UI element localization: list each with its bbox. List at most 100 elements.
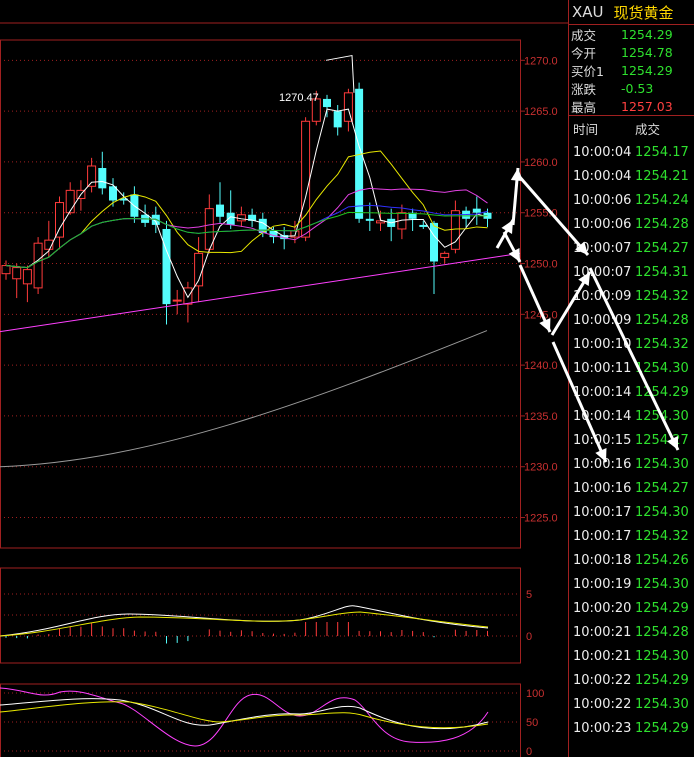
- candle-body: [87, 165, 97, 187]
- candle-body: [430, 222, 438, 262]
- trade-price: 1254.30: [635, 576, 689, 592]
- trade-row[interactable]: 10:00:06 1254.24: [569, 188, 694, 212]
- trade-row[interactable]: 10:00:22 1254.30: [569, 692, 694, 716]
- trade-price: 1254.27: [635, 480, 689, 496]
- trade-time: 10:00:04: [573, 168, 632, 184]
- trade-row[interactable]: 10:00:14 1254.30: [569, 404, 694, 428]
- candle-body: [172, 299, 182, 302]
- kdj-tick-label: 100: [526, 688, 544, 700]
- trade-row[interactable]: 10:00:19 1254.30: [569, 572, 694, 596]
- trade-time: 10:00:04: [573, 144, 632, 160]
- ma-line-longterm: [0, 330, 488, 468]
- quote-rows: 成交 1254.29 今开 1254.78 买价1 1254.29 涨跌 -0.53 最高 125…: [569, 25, 694, 115]
- trade-price: 1254.30: [635, 408, 689, 424]
- trade-row[interactable]: 10:00:07 1254.27: [569, 236, 694, 260]
- quote-row: 成交 1254.29: [569, 25, 694, 43]
- trade-price: 1254.24: [635, 192, 689, 208]
- candle-body: [301, 120, 311, 238]
- trade-row[interactable]: 10:00:22 1254.29: [569, 668, 694, 692]
- trade-price: 1254.30: [635, 456, 689, 472]
- trade-price: 1254.29: [635, 720, 689, 736]
- trade-row[interactable]: 10:00:09 1254.32: [569, 284, 694, 308]
- trade-row[interactable]: 10:00:23 1254.29: [569, 716, 694, 740]
- trade-row[interactable]: 10:00:07 1254.31: [569, 260, 694, 284]
- trade-row[interactable]: 10:00:20 1254.29: [569, 596, 694, 620]
- ma-line-long: [5, 187, 488, 269]
- ma-line-mid: [5, 150, 488, 269]
- trade-time: 10:00:21: [573, 648, 632, 664]
- trades-header: 时间 成交: [569, 116, 694, 140]
- trade-row[interactable]: 10:00:09 1254.28: [569, 308, 694, 332]
- trade-time: 10:00:14: [573, 408, 632, 424]
- price-tick-label: 1245.0: [524, 309, 558, 321]
- trade-time: 10:00:18: [573, 552, 632, 568]
- trade-row[interactable]: 10:00:14 1254.29: [569, 380, 694, 404]
- trade-price: 1254.28: [635, 216, 689, 232]
- trade-price: 1254.29: [635, 384, 689, 400]
- trade-row[interactable]: 10:00:16 1254.27: [569, 476, 694, 500]
- kdj-tick-label: 0: [526, 746, 532, 757]
- trade-price: 1254.28: [635, 624, 689, 640]
- trade-time: 10:00:14: [573, 384, 632, 400]
- trade-price: 1254.30: [635, 504, 689, 520]
- trade-row[interactable]: 10:00:04 1254.21: [569, 164, 694, 188]
- trade-row[interactable]: 10:00:21 1254.30: [569, 644, 694, 668]
- trade-price: 1254.30: [635, 648, 689, 664]
- trade-time: 10:00:20: [573, 600, 632, 616]
- symbol-name: 现货黄金: [613, 3, 674, 22]
- trade-time: 10:00:10: [573, 336, 632, 352]
- trade-row[interactable]: 10:00:17 1254.32: [569, 524, 694, 548]
- trade-time: 10:00:07: [573, 264, 632, 280]
- trade-time: 10:00:16: [573, 480, 632, 496]
- trades-header-time: 时间: [573, 121, 599, 137]
- price-tick-label: 1225.0: [524, 513, 558, 525]
- trade-time: 10:00:15: [573, 432, 632, 448]
- peak-leader-line: [325, 54, 355, 93]
- candle-body: [419, 224, 428, 227]
- trade-row[interactable]: 10:00:06 1254.28: [569, 212, 694, 236]
- kdj-j-line: [0, 687, 489, 747]
- trade-price: 1254.27: [635, 240, 689, 256]
- trade-row[interactable]: 10:00:15 1254.27: [569, 428, 694, 452]
- quote-value: 1254.29: [621, 26, 673, 42]
- trade-time: 10:00:23: [573, 720, 632, 736]
- trade-price: 1254.17: [635, 144, 689, 160]
- quote-row: 最高 1257.03: [569, 97, 694, 115]
- trade-time: 10:00:22: [573, 696, 632, 712]
- candle-body: [22, 269, 32, 285]
- candle-body: [365, 218, 374, 221]
- candle-body: [65, 189, 75, 214]
- quote-row: 买价1 1254.29: [569, 61, 694, 79]
- price-tick-label: 1265.0: [524, 106, 558, 118]
- trades-header-price: 成交: [635, 121, 661, 137]
- candle-body: [98, 168, 107, 189]
- candle-body: [440, 252, 450, 258]
- trade-row[interactable]: 10:00:18 1254.26: [569, 548, 694, 572]
- chart-canvas[interactable]: 1270.0 1265.0 1260.0 1255.0 1250.0 1245.0 1240…: [0, 0, 568, 757]
- trend-line: [0, 252, 521, 333]
- trade-price: 1254.28: [635, 312, 689, 328]
- trade-row[interactable]: 10:00:10 1254.32: [569, 332, 694, 356]
- trade-time: 10:00:09: [573, 312, 632, 328]
- ma-line-slowest: [5, 211, 488, 269]
- trade-price: 1254.29: [635, 600, 689, 616]
- trade-price: 1254.32: [635, 528, 689, 544]
- trade-price: 1254.32: [635, 288, 689, 304]
- price-tick-label: 1250.0: [524, 259, 558, 271]
- candle-body: [333, 111, 342, 128]
- trade-row[interactable]: 10:00:04 1254.17: [569, 140, 694, 164]
- trade-row[interactable]: 10:00:21 1254.28: [569, 620, 694, 644]
- trade-row[interactable]: 10:00:16 1254.30: [569, 452, 694, 476]
- trade-price: 1254.30: [635, 360, 689, 376]
- quote-label: 成交: [571, 27, 597, 43]
- trades-list[interactable]: 10:00:04 1254.17 10:00:04 1254.21 10:00:06 12…: [569, 140, 694, 740]
- trade-row[interactable]: 10:00:17 1254.30: [569, 500, 694, 524]
- trade-row[interactable]: 10:00:11 1254.30: [569, 356, 694, 380]
- price-tick-label: 1270.0: [524, 55, 558, 67]
- candlestick-chart[interactable]: 1270.0 1265.0 1260.0 1255.0 1250.0 1245.0 1240…: [0, 0, 568, 757]
- quote-label: 涨跌: [571, 81, 597, 97]
- trade-time: 10:00:07: [573, 240, 632, 256]
- candle-body: [162, 228, 171, 305]
- candle-body: [1, 265, 11, 275]
- candle-body: [183, 287, 193, 305]
